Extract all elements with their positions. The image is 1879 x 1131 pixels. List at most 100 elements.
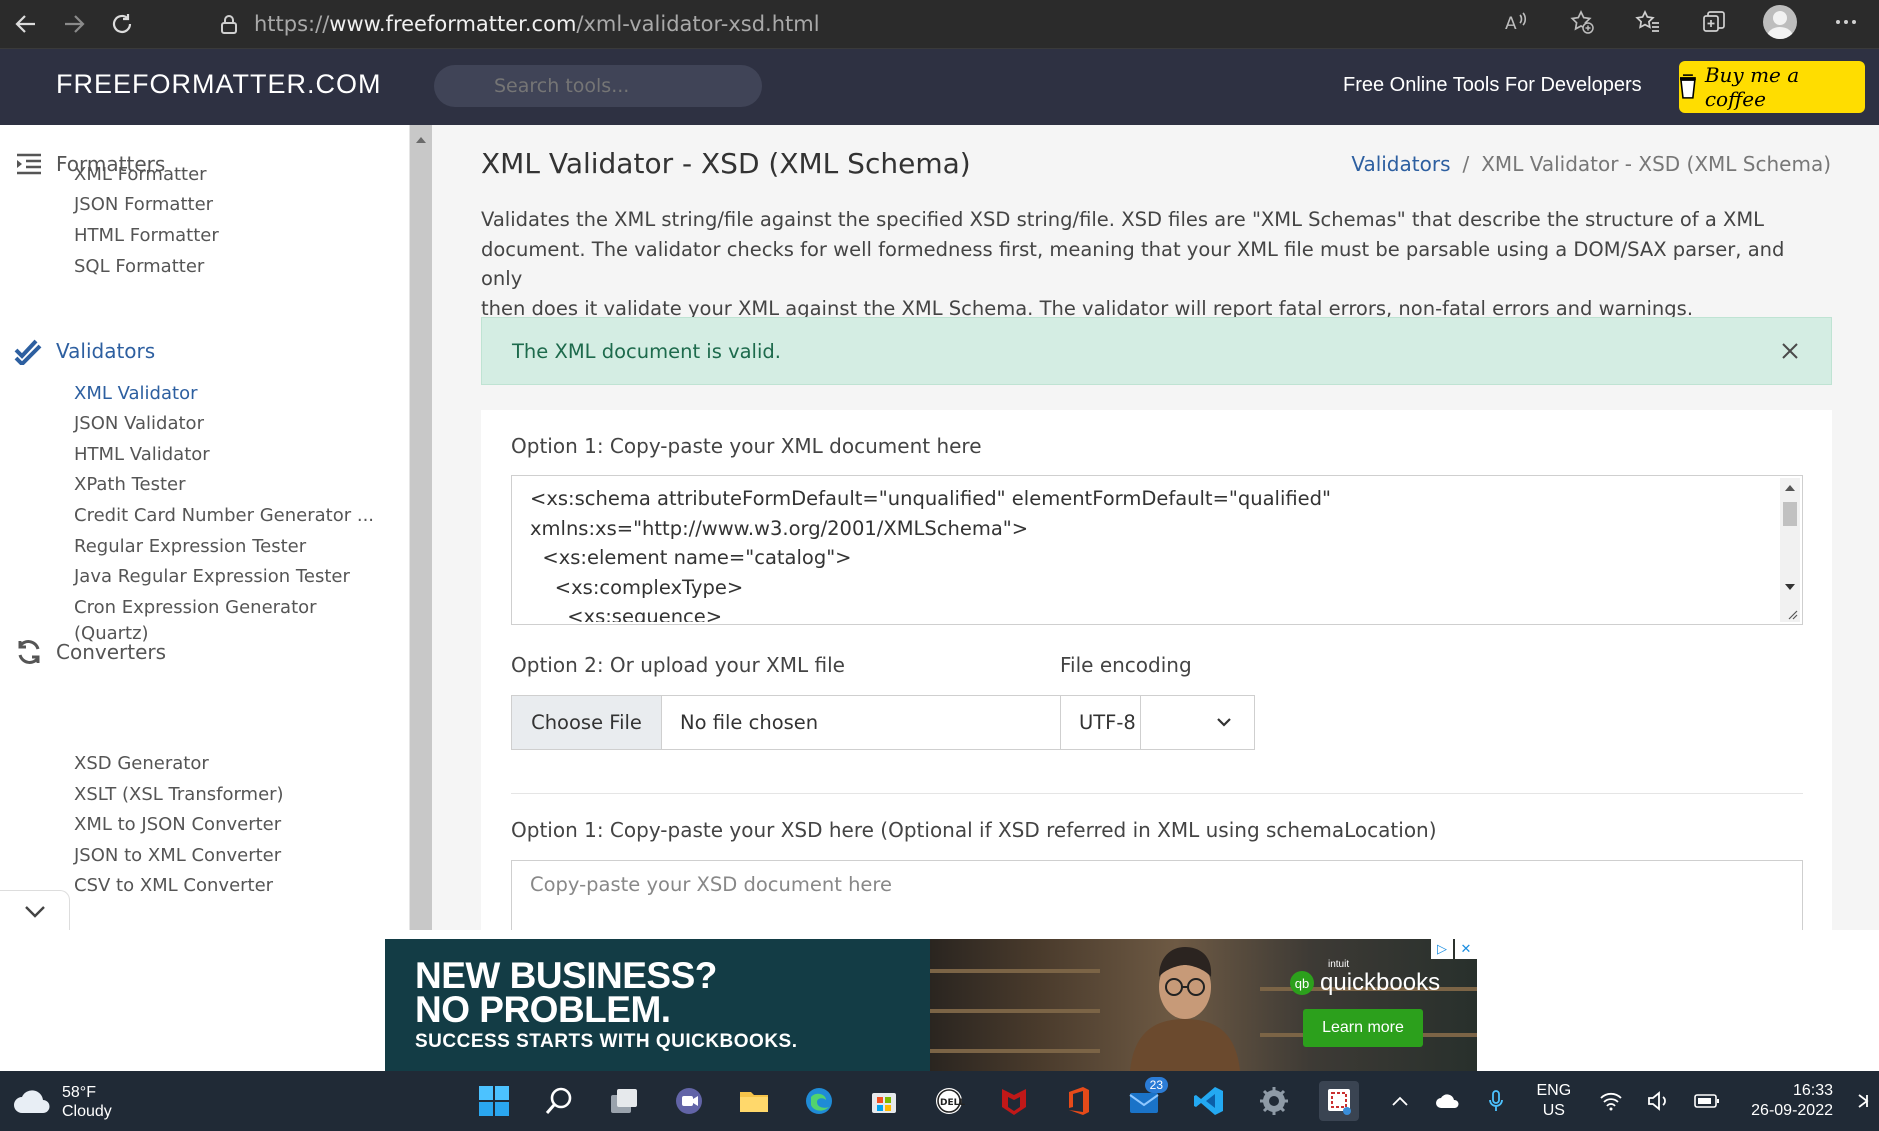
alert-message: The XML document is valid. [512, 339, 781, 363]
textarea-scrollbar[interactable] [1780, 478, 1800, 622]
coffee-cup-icon [1679, 74, 1696, 99]
onedrive-icon[interactable] [1424, 1071, 1472, 1131]
clock[interactable]: 16:33 26-09-2022 [1731, 1081, 1849, 1121]
more-options-icon[interactable] [1813, 0, 1879, 44]
learn-more-button[interactable]: Learn more [1303, 1009, 1423, 1047]
sidebar-item-xsd-generator[interactable]: XSD Generator [74, 753, 209, 774]
quickbooks-logo: qb intuit quickbooks [1290, 959, 1440, 997]
sidebar-item-cron-generator[interactable]: Cron Expression Generator [74, 597, 317, 618]
language-indicator[interactable]: ENG US [1520, 1081, 1587, 1121]
battery-icon[interactable] [1683, 1071, 1731, 1131]
chevron-down-icon [1217, 718, 1231, 727]
dell-icon[interactable]: DELL [929, 1081, 969, 1121]
file-explorer-icon[interactable] [734, 1081, 774, 1121]
snipping-tool-icon[interactable] [1319, 1081, 1359, 1121]
sidebar-item-xml-to-json[interactable]: XML to JSON Converter [74, 814, 281, 835]
search-tools-input[interactable] [434, 65, 762, 107]
teams-chat-icon[interactable] [669, 1081, 709, 1121]
weather-widget[interactable]: 58°F Cloudy [12, 1083, 112, 1121]
sidebar-item-java-regex-tester[interactable]: Java Regular Expression Tester [74, 566, 350, 587]
sidebar-group-converters[interactable]: Converters [14, 637, 166, 667]
volume-icon[interactable] [1635, 1071, 1683, 1131]
browser-toolbar: https://www.freeformatter.com/xml-valida… [0, 0, 1879, 49]
sidebar-item-credit-card-generator[interactable]: Credit Card Number Generator ... [74, 505, 374, 526]
vscode-icon[interactable] [1189, 1081, 1229, 1121]
region-code: US [1542, 1102, 1565, 1119]
microphone-icon[interactable] [1472, 1071, 1520, 1131]
file-upload-input[interactable]: Choose File No file chosen [511, 695, 1141, 750]
mail-icon[interactable]: 23 [1124, 1077, 1168, 1121]
clock-time: 16:33 [1792, 1082, 1833, 1099]
ad-headline-line: NO PROBLEM. [415, 989, 671, 1030]
edge-browser-icon[interactable] [799, 1081, 839, 1121]
sidebar-item-xml-validator[interactable]: XML Validator [74, 383, 198, 404]
page-title: XML Validator - XSD (XML Schema) [481, 147, 971, 180]
choose-file-button[interactable]: Choose File [512, 696, 662, 749]
description-line: document. The validator checks for well … [481, 237, 1785, 291]
success-alert: The XML document is valid. [481, 317, 1832, 385]
sidebar-item-regex-tester[interactable]: Regular Expression Tester [74, 536, 306, 557]
svg-text:DELL: DELL [940, 1098, 965, 1108]
read-aloud-icon[interactable]: A [1483, 0, 1549, 44]
sidebar-item-xpath-tester[interactable]: XPath Tester [74, 474, 186, 495]
sidebar-collapse-button[interactable] [0, 890, 70, 930]
microsoft-store-icon[interactable] [864, 1081, 904, 1121]
close-ad-icon[interactable]: ✕ [1455, 939, 1477, 959]
file-status: No file chosen [680, 711, 819, 734]
back-icon[interactable] [4, 2, 48, 46]
breadcrumb: Validators / XML Validator - XSD (XML Sc… [1351, 152, 1831, 176]
sidebar-group-label: Validators [56, 339, 156, 363]
resize-grip-icon[interactable] [1786, 608, 1798, 620]
notifications-icon[interactable] [1849, 1071, 1879, 1131]
xsd-document-textarea[interactable]: Copy-paste your XSD document here [511, 860, 1803, 930]
favorites-icon[interactable] [1615, 0, 1681, 44]
search-icon[interactable] [539, 1081, 579, 1121]
sidebar-item-json-formatter[interactable]: JSON Formatter [74, 194, 213, 215]
cloud-icon [14, 1090, 50, 1113]
xml-document-textarea[interactable]: <xs:schema attributeFormDefault="unquali… [511, 475, 1803, 625]
section-divider [511, 793, 1803, 794]
task-view-icon[interactable] [604, 1081, 644, 1121]
sidebar-item-html-formatter[interactable]: HTML Formatter [74, 225, 219, 246]
clock-date: 26-09-2022 [1751, 1102, 1833, 1119]
quickbooks-ad-banner[interactable]: NEW BUSINESS? NO PROBLEM. SUCCESS STARTS… [385, 939, 1477, 1071]
refresh-icon[interactable] [100, 2, 144, 46]
sidebar-group-label: Converters [56, 640, 167, 664]
address-bar[interactable]: https://www.freeformatter.com/xml-valida… [202, 4, 1442, 44]
buy-me-a-coffee-button[interactable]: Buy me a coffee [1679, 61, 1865, 113]
chevron-up-icon[interactable] [1376, 1071, 1424, 1131]
breadcrumb-current: XML Validator - XSD (XML Schema) [1481, 152, 1831, 176]
encoding-select[interactable]: UTF-8 [1060, 695, 1255, 750]
svg-text:A: A [1505, 14, 1517, 34]
close-icon[interactable] [1777, 338, 1803, 364]
indent-list-icon [14, 149, 44, 179]
upload-label: Option 2: Or upload your XML file [511, 653, 845, 677]
ad-photo [930, 939, 1477, 1071]
ad-headline: NEW BUSINESS? NO PROBLEM. [415, 957, 717, 1030]
mcafee-icon[interactable] [994, 1081, 1034, 1121]
sidebar-item-html-validator[interactable]: HTML Validator [74, 444, 210, 465]
forward-icon[interactable] [52, 2, 96, 46]
site-logo[interactable]: FREEFORMATTER.COM [56, 69, 381, 100]
sidebar-item-xml-formatter[interactable]: XML Formatter [74, 164, 207, 185]
windows-start-icon[interactable] [474, 1081, 514, 1121]
collections-icon[interactable] [1681, 0, 1747, 44]
ad-choices[interactable]: ▷ ✕ [1431, 939, 1477, 959]
sidebar-item-json-validator[interactable]: JSON Validator [74, 413, 204, 434]
office-icon[interactable] [1059, 1081, 1099, 1121]
adchoices-icon[interactable]: ▷ [1431, 939, 1453, 959]
wifi-icon[interactable] [1587, 1071, 1635, 1131]
sidebar-item-csv-to-xml[interactable]: CSV to XML Converter [74, 875, 273, 896]
lang-code: ENG [1536, 1082, 1572, 1099]
sidebar-item-sql-formatter[interactable]: SQL Formatter [74, 256, 204, 277]
refresh-arrows-icon [14, 637, 44, 667]
profile-avatar[interactable] [1747, 0, 1813, 44]
sidebar-group-validators[interactable]: Validators [14, 336, 155, 366]
sidebar-scrollbar[interactable] [410, 125, 432, 930]
breadcrumb-validators-link[interactable]: Validators [1351, 152, 1450, 176]
sidebar-item-json-to-xml[interactable]: JSON to XML Converter [74, 845, 281, 866]
add-favorite-icon[interactable] [1549, 0, 1615, 44]
settings-icon[interactable] [1254, 1081, 1294, 1121]
site-header: FREEFORMATTER.COM Free Online Tools For … [0, 49, 1879, 125]
sidebar-item-xslt-transformer[interactable]: XSLT (XSL Transformer) [74, 784, 284, 805]
